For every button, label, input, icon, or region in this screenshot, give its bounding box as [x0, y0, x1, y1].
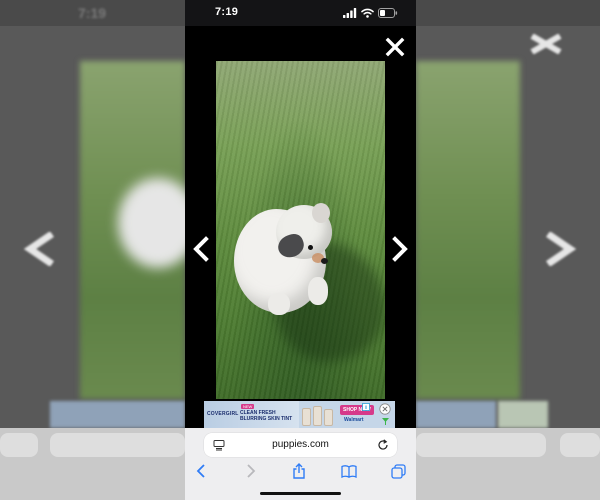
- blurred-time: 7:19: [78, 5, 107, 21]
- browser-toolbar: puppies.com: [185, 428, 416, 500]
- chevron-left-icon[interactable]: [191, 236, 211, 262]
- tabs-button[interactable]: [388, 461, 408, 481]
- forward-button[interactable]: [241, 461, 261, 481]
- phone-screen: 7:19 NEW COVERGIRL CLEAN FRESH BLURRING …: [185, 0, 416, 500]
- blurred-status-bar: [416, 0, 600, 26]
- blurred-tab-pill: [560, 433, 600, 457]
- tabs-icon: [390, 463, 406, 479]
- back-button[interactable]: [191, 461, 211, 481]
- bookmarks-icon: [341, 465, 357, 478]
- chevron-right-icon[interactable]: [390, 236, 410, 262]
- puppy-leg: [268, 293, 290, 315]
- blurred-ad: [50, 401, 185, 428]
- blurred-ad: [416, 401, 496, 428]
- close-icon[interactable]: [385, 37, 405, 57]
- blurred-chevron-right-icon: [546, 232, 577, 266]
- blurred-url-pill: [50, 433, 185, 457]
- blurred-url-pill: [416, 433, 546, 457]
- share-icon: [293, 463, 305, 479]
- reload-icon[interactable]: [377, 439, 389, 451]
- address-bar[interactable]: puppies.com: [204, 433, 397, 457]
- ad-banner[interactable]: NEW COVERGIRL CLEAN FRESH BLURRING SKIN …: [204, 401, 395, 428]
- blurred-close-icon: [530, 34, 562, 54]
- ad-product-image: [300, 404, 338, 426]
- close-icon[interactable]: [379, 403, 391, 415]
- forward-icon: [247, 464, 256, 478]
- status-time: 7:19: [215, 6, 239, 18]
- ad-info-icon[interactable]: [362, 403, 370, 411]
- status-icons: [343, 8, 398, 18]
- puppy-ear: [312, 203, 330, 223]
- battery-icon: [378, 8, 398, 18]
- background-blur-right: [416, 0, 600, 500]
- url-text: puppies.com: [272, 439, 329, 450]
- bookmarks-button[interactable]: [339, 461, 359, 481]
- blurred-chevron-left-icon: [23, 232, 54, 266]
- blurred-photo: [416, 61, 520, 399]
- status-bar: 7:19: [185, 0, 416, 26]
- ad-store: Walmart: [344, 417, 364, 423]
- puppy-photo: [216, 61, 385, 399]
- puppy-nose: [321, 258, 328, 264]
- back-icon: [196, 464, 205, 478]
- cellular-signal-icon: [343, 8, 357, 18]
- ad-headline: CLEAN FRESH BLURRING SKIN TINT: [240, 410, 293, 422]
- ad-brand: COVERGIRL: [207, 411, 239, 417]
- blurred-tab-pill: [0, 433, 38, 457]
- ad-badge: NEW: [241, 404, 255, 409]
- ad-choices-icon[interactable]: [381, 417, 390, 426]
- puppy-leg: [308, 277, 328, 305]
- home-indicator[interactable]: [260, 492, 341, 495]
- blurred-ad-close: [498, 401, 548, 428]
- wifi-icon: [361, 8, 374, 18]
- puppy-eye: [308, 245, 313, 250]
- share-button[interactable]: [289, 461, 309, 481]
- toolbar-buttons: [185, 461, 416, 481]
- background-blur-left: 7:19: [0, 0, 185, 500]
